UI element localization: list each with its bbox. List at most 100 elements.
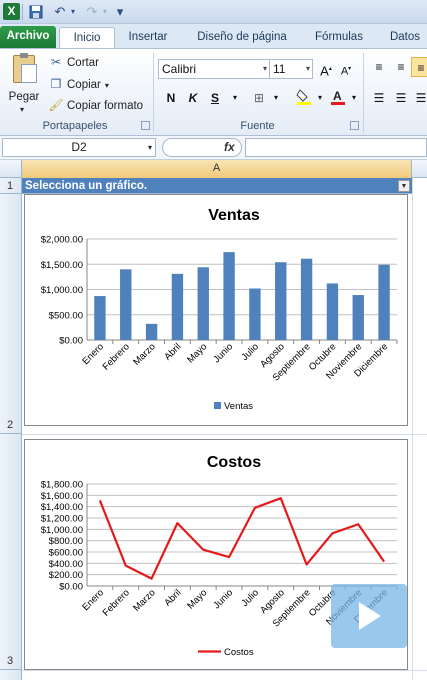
font-size-dropdown-icon: ▾	[305, 64, 310, 73]
group-separator	[363, 53, 364, 133]
grow-font-button[interactable]: A▴	[316, 59, 336, 79]
tab-formulas[interactable]: Fórmulas	[306, 27, 372, 48]
redo-button[interactable]: ↷	[82, 3, 102, 21]
y-tick-label: $1,500.00	[41, 260, 83, 271]
column-border	[412, 178, 413, 680]
formula-bar: D2 ▾ fx	[0, 136, 427, 160]
row-number: 1	[6, 180, 14, 192]
chart-title: Costos	[207, 454, 261, 471]
cell-a1-text: Selecciona un gráfico.	[25, 180, 148, 192]
ribbon-tabs: Archivo Inicio Insertar Diseño de página…	[0, 24, 427, 48]
clipboard-launcher-icon[interactable]	[141, 121, 150, 130]
paste-dropdown-icon: ▾	[20, 105, 25, 114]
validation-dropdown-icon[interactable]: ▼	[398, 180, 410, 192]
fill-color-dropdown-icon[interactable]: ▾	[310, 88, 330, 108]
font-color-dropdown-icon[interactable]: ▾	[344, 88, 364, 108]
italic-button[interactable]: K	[183, 88, 203, 108]
y-tick-label: $200.00	[49, 570, 83, 581]
x-tick-label: Marzo	[131, 341, 157, 367]
legend-label: Costos	[224, 647, 254, 658]
x-tick-label: Febrero	[101, 587, 132, 618]
tab-inicio[interactable]: Inicio	[59, 27, 115, 48]
clipboard-group-label: Portapapeles	[42, 120, 108, 132]
insert-function-button[interactable]: fx	[224, 138, 235, 157]
row-header-1[interactable]: 1	[0, 178, 22, 194]
align-middle-icon[interactable]: ≡	[391, 57, 411, 77]
paintbrush-icon: 🖌	[48, 98, 64, 112]
undo-dropdown-icon[interactable]: ▾	[68, 3, 78, 21]
cut-button[interactable]: ✂ Cortar	[48, 52, 99, 72]
x-tick-label: Julio	[239, 587, 261, 609]
y-tick-label: $2,000.00	[41, 235, 83, 246]
y-tick-label: $0.00	[59, 582, 83, 593]
svg-text:A: A	[333, 89, 342, 103]
bar	[145, 323, 158, 340]
bar	[223, 252, 235, 340]
series-line	[98, 497, 385, 580]
name-box[interactable]: D2 ▾	[2, 138, 156, 157]
row-header-3[interactable]: 3	[0, 434, 22, 670]
excel-logo-icon: X	[3, 3, 20, 20]
shrink-font-button[interactable]: A▾	[336, 59, 356, 79]
align-right-icon[interactable]: ☰	[411, 88, 427, 108]
font-name-value: Calibri	[162, 62, 197, 76]
font-launcher-icon[interactable]	[350, 121, 359, 130]
quick-access-toolbar: X ↶ ▾ ↷ ▾ ▾	[0, 0, 427, 24]
align-bottom-icon[interactable]: ≡	[411, 57, 427, 77]
row-number: 3	[6, 655, 14, 667]
borders-dropdown-icon[interactable]: ▾	[266, 88, 286, 108]
y-tick-label: $1,600.00	[41, 491, 83, 502]
font-size-select[interactable]: 11 ▾	[269, 59, 313, 79]
cell-a1[interactable]: Selecciona un gráfico. ▼	[22, 178, 412, 194]
underline-dropdown-icon[interactable]: ▾	[225, 88, 245, 108]
format-painter-label: Copiar formato	[67, 100, 144, 112]
underline-button[interactable]: S	[205, 88, 225, 108]
bar	[352, 295, 364, 340]
font-name-dropdown-icon: ▾	[262, 64, 267, 73]
column-header-a[interactable]: A	[22, 160, 412, 178]
select-all-corner[interactable]	[0, 160, 22, 178]
row-border	[22, 670, 427, 671]
align-top-icon[interactable]: ≡	[369, 57, 389, 77]
tab-archivo[interactable]: Archivo	[0, 26, 56, 48]
undo-button[interactable]: ↶	[50, 3, 70, 21]
redo-dropdown-icon[interactable]: ▾	[100, 3, 110, 21]
y-tick-label: $600.00	[49, 548, 83, 559]
bar	[171, 273, 184, 340]
font-size-value: 11	[273, 62, 286, 76]
align-center-icon[interactable]: ☰	[391, 88, 411, 108]
paste-button[interactable]: Pegar ▾	[4, 53, 44, 115]
chart-ventas[interactable]: Ventas $0.00 $500.00 $1,000.00 $1,500.00 $2,0…	[24, 194, 408, 426]
row-header-4[interactable]	[0, 670, 22, 680]
copy-dropdown-icon: ▾	[104, 81, 109, 90]
tab-diseno-pagina[interactable]: Diseño de página	[188, 27, 296, 48]
x-tick-label: Marzo	[131, 587, 157, 613]
y-tick-label: $400.00	[49, 559, 83, 570]
x-tick-label: Abril	[162, 341, 183, 362]
font-name-select[interactable]: Calibri ▾	[158, 59, 270, 79]
y-tick-label: $0.00	[59, 336, 83, 347]
formula-input[interactable]	[245, 138, 427, 157]
cut-label: Cortar	[67, 57, 99, 69]
save-icon[interactable]	[27, 3, 45, 21]
tab-insertar[interactable]: Insertar	[122, 27, 174, 48]
play-overlay-icon[interactable]	[331, 584, 407, 648]
format-painter-button[interactable]: 🖌 Copiar formato	[48, 95, 143, 115]
bar	[94, 296, 106, 340]
row-number: 2	[6, 419, 14, 431]
x-tick-label: Junio	[211, 341, 235, 365]
copy-button[interactable]: ❐ Copiar ▾	[48, 74, 109, 94]
bar	[275, 262, 287, 340]
row-header-2[interactable]: 2	[0, 194, 22, 434]
bar	[300, 258, 313, 340]
legend-label: Ventas	[224, 401, 253, 412]
y-tick-label: $1,000.00	[41, 525, 83, 536]
bold-button[interactable]: N	[161, 88, 181, 108]
clipboard-icon	[13, 53, 37, 83]
customize-qat-button[interactable]: ▾	[114, 3, 126, 21]
y-tick-label: $1,000.00	[41, 285, 83, 296]
scissors-icon: ✂	[50, 55, 62, 69]
tab-datos[interactable]: Datos	[382, 27, 427, 48]
font-group-label: Fuente	[240, 120, 275, 132]
align-left-icon[interactable]: ☰	[369, 88, 389, 108]
